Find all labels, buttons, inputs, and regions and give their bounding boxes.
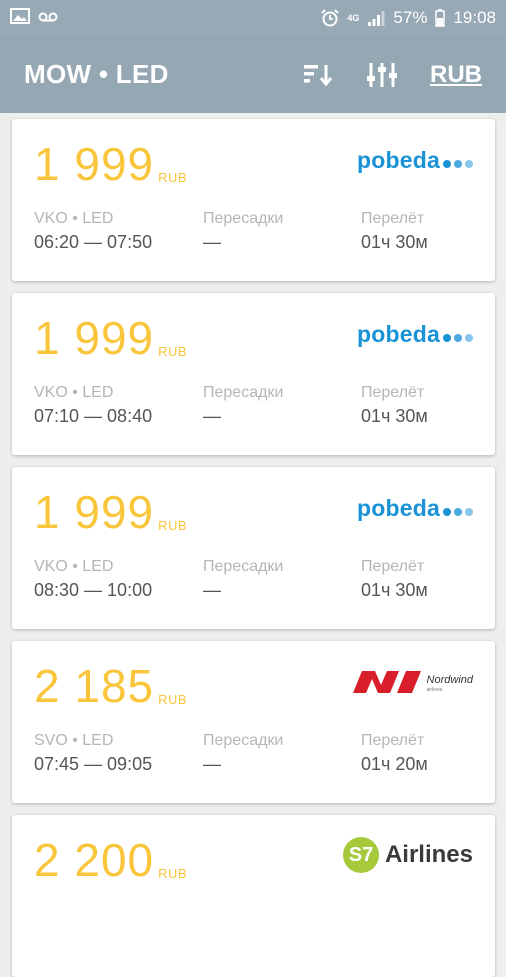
transfers-value: —: [203, 232, 221, 252]
time-range: 06:20 — 07:50: [34, 232, 153, 252]
duration-column: Перелёт 01ч 30м: [361, 383, 428, 428]
time-range: 07:45 — 09:05: [34, 754, 153, 774]
airline-name: Airlines: [384, 841, 473, 868]
sort-icon[interactable]: [302, 62, 334, 88]
flight-label: Перелёт: [361, 384, 425, 401]
transfers-column: Пересадки —: [203, 209, 283, 254]
voicemail-icon: [38, 8, 58, 28]
gallery-notification-icon: [10, 7, 30, 29]
duration-value: 01ч 30м: [361, 580, 428, 600]
transfers-value: —: [203, 754, 221, 774]
airline-name: pobeda: [357, 321, 440, 347]
nordwind-logo: Nordwind airlines: [352, 671, 473, 698]
flight-card[interactable]: 1 999 RUB pobeda VKO • LED 07:10 — 08:40 …: [12, 293, 495, 455]
nordwind-mark-icon: [352, 671, 421, 698]
transfers-value: —: [203, 406, 221, 426]
status-bar: 4G 57% 19:08: [0, 0, 506, 36]
flight-label: Перелёт: [361, 210, 425, 227]
price-currency: RUB: [158, 170, 188, 185]
route-column: VKO • LED 06:20 — 07:50: [34, 209, 152, 254]
pobeda-logo: pobeda: [357, 321, 473, 348]
duration-column: Перелёт 01ч 30м: [361, 209, 428, 254]
time-range: 07:10 — 08:40: [34, 406, 153, 426]
duration-column: Перелёт 01ч 30м: [361, 557, 428, 602]
duration-value: 01ч 20м: [361, 754, 428, 774]
flight-card[interactable]: 2 200 RUB S7 Airlines: [12, 815, 495, 977]
price: 2 200 RUB: [34, 834, 188, 886]
flight-card[interactable]: 1 999 RUB pobeda VKO • LED 08:30 — 10:00 …: [12, 467, 495, 629]
route-column: VKO • LED 07:10 — 08:40: [34, 383, 152, 428]
signal-icon: [367, 10, 385, 26]
airline-subtitle: airlines: [426, 686, 443, 693]
s7-mark-icon: S7: [342, 837, 379, 873]
price: 1 999 RUB: [34, 486, 188, 538]
duration-column: Перелёт 01ч 20м: [361, 731, 428, 776]
price: 1 999 RUB: [34, 138, 188, 190]
route-column: VKO • LED 08:30 — 10:00: [34, 557, 152, 602]
network-type: 4G: [347, 13, 360, 23]
price-currency: RUB: [158, 866, 188, 881]
price-currency: RUB: [158, 518, 188, 533]
duration-value: 01ч 30м: [361, 406, 428, 426]
price: 1 999 RUB: [34, 312, 188, 364]
flight-card[interactable]: 1 999 RUB pobeda VKO • LED 06:20 — 07:50 …: [12, 119, 495, 281]
route-label: VKO • LED: [34, 210, 114, 227]
clock: 19:08: [453, 8, 496, 27]
duration-value: 01ч 30м: [361, 232, 428, 252]
airline-name: pobeda: [357, 495, 440, 521]
flight-card[interactable]: 2 185 RUB Nordwind airlines SVO • LED 07:…: [12, 641, 495, 803]
route-title: MOW • LED: [24, 59, 169, 89]
transfers-column: Пересадки —: [203, 731, 283, 776]
flight-label: Перелёт: [361, 558, 425, 575]
transfers-label: Пересадки: [203, 210, 284, 227]
battery-icon: [435, 9, 446, 27]
transfers-column: Пересадки —: [203, 557, 283, 602]
transfers-column: Пересадки —: [203, 383, 283, 428]
flight-label: Перелёт: [361, 732, 425, 749]
route-column: SVO • LED 07:45 — 09:05: [34, 731, 152, 776]
price-currency: RUB: [158, 692, 188, 707]
price: 2 185 RUB: [34, 660, 188, 712]
pobeda-logo: pobeda: [357, 495, 473, 522]
airline-name: pobeda: [357, 147, 440, 173]
route-label: SVO • LED: [34, 732, 114, 749]
alarm-icon: [321, 9, 340, 27]
transfers-label: Пересадки: [203, 558, 284, 575]
filter-icon[interactable]: [366, 61, 398, 89]
transfers-value: —: [203, 580, 221, 600]
pobeda-logo: pobeda: [357, 147, 473, 174]
transfers-label: Пересадки: [203, 732, 284, 749]
route-label: VKO • LED: [34, 384, 114, 401]
s7-logo: S7 Airlines: [342, 837, 473, 873]
currency-selector[interactable]: RUB: [430, 61, 482, 89]
app-bar: MOW • LED RUB: [0, 36, 506, 113]
airline-name: Nordwind: [426, 673, 473, 686]
route-label: VKO • LED: [34, 558, 114, 575]
battery-percent: 57%: [393, 8, 428, 27]
price-currency: RUB: [158, 344, 188, 359]
time-range: 08:30 — 10:00: [34, 580, 153, 600]
transfers-label: Пересадки: [203, 384, 284, 401]
